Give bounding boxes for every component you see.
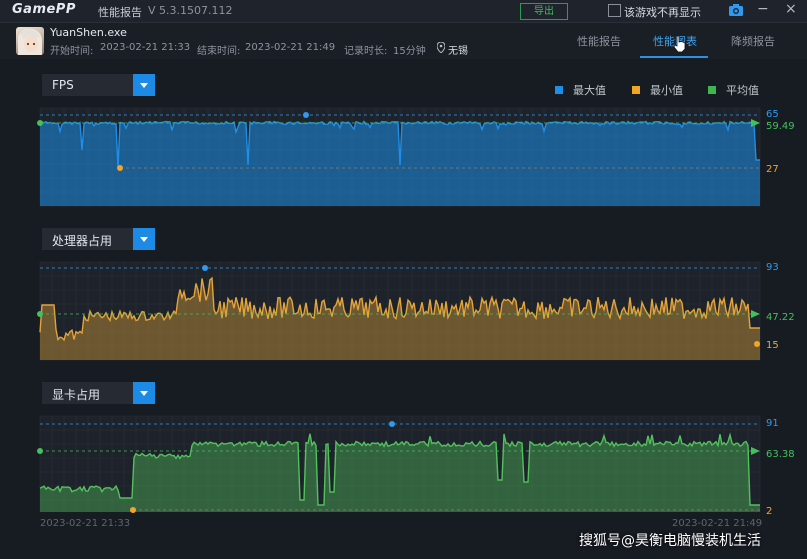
fps-min-value: 27 <box>766 164 779 175</box>
gpu-max-marker <box>389 421 395 427</box>
fps-max-value: 65 <box>766 109 779 120</box>
gpu-avg-value: 63.38 <box>766 449 795 460</box>
chart-start-time: 2023-02-21 21:33 <box>40 518 131 529</box>
gpu-avg-marker-start <box>37 448 43 454</box>
cpu-min-value: 15 <box>766 340 779 351</box>
cpu-min-marker <box>754 341 760 347</box>
fps-avg-value: 59.49 <box>766 121 795 132</box>
watermark-text: 搜狐号@昊衡电脑慢装机生活 <box>579 533 761 549</box>
cpu-max-value: 93 <box>766 262 779 273</box>
performance-charts: 6559.49 27 93 47.22 15 91 63.38 2 <box>37 107 795 517</box>
gpu-min-marker <box>130 507 136 513</box>
cpu-avg-value: 47.22 <box>766 312 795 323</box>
fps-max-marker <box>303 112 309 118</box>
gpu-min-value: 2 <box>766 506 772 517</box>
fps-avg-marker-start <box>37 120 43 126</box>
fps-min-marker <box>117 165 123 171</box>
cpu-max-marker <box>202 265 208 271</box>
chart-end-time: 2023-02-21 21:49 <box>672 518 763 529</box>
gpu-max-value: 91 <box>766 418 779 429</box>
cpu-avg-marker-start <box>37 311 43 317</box>
